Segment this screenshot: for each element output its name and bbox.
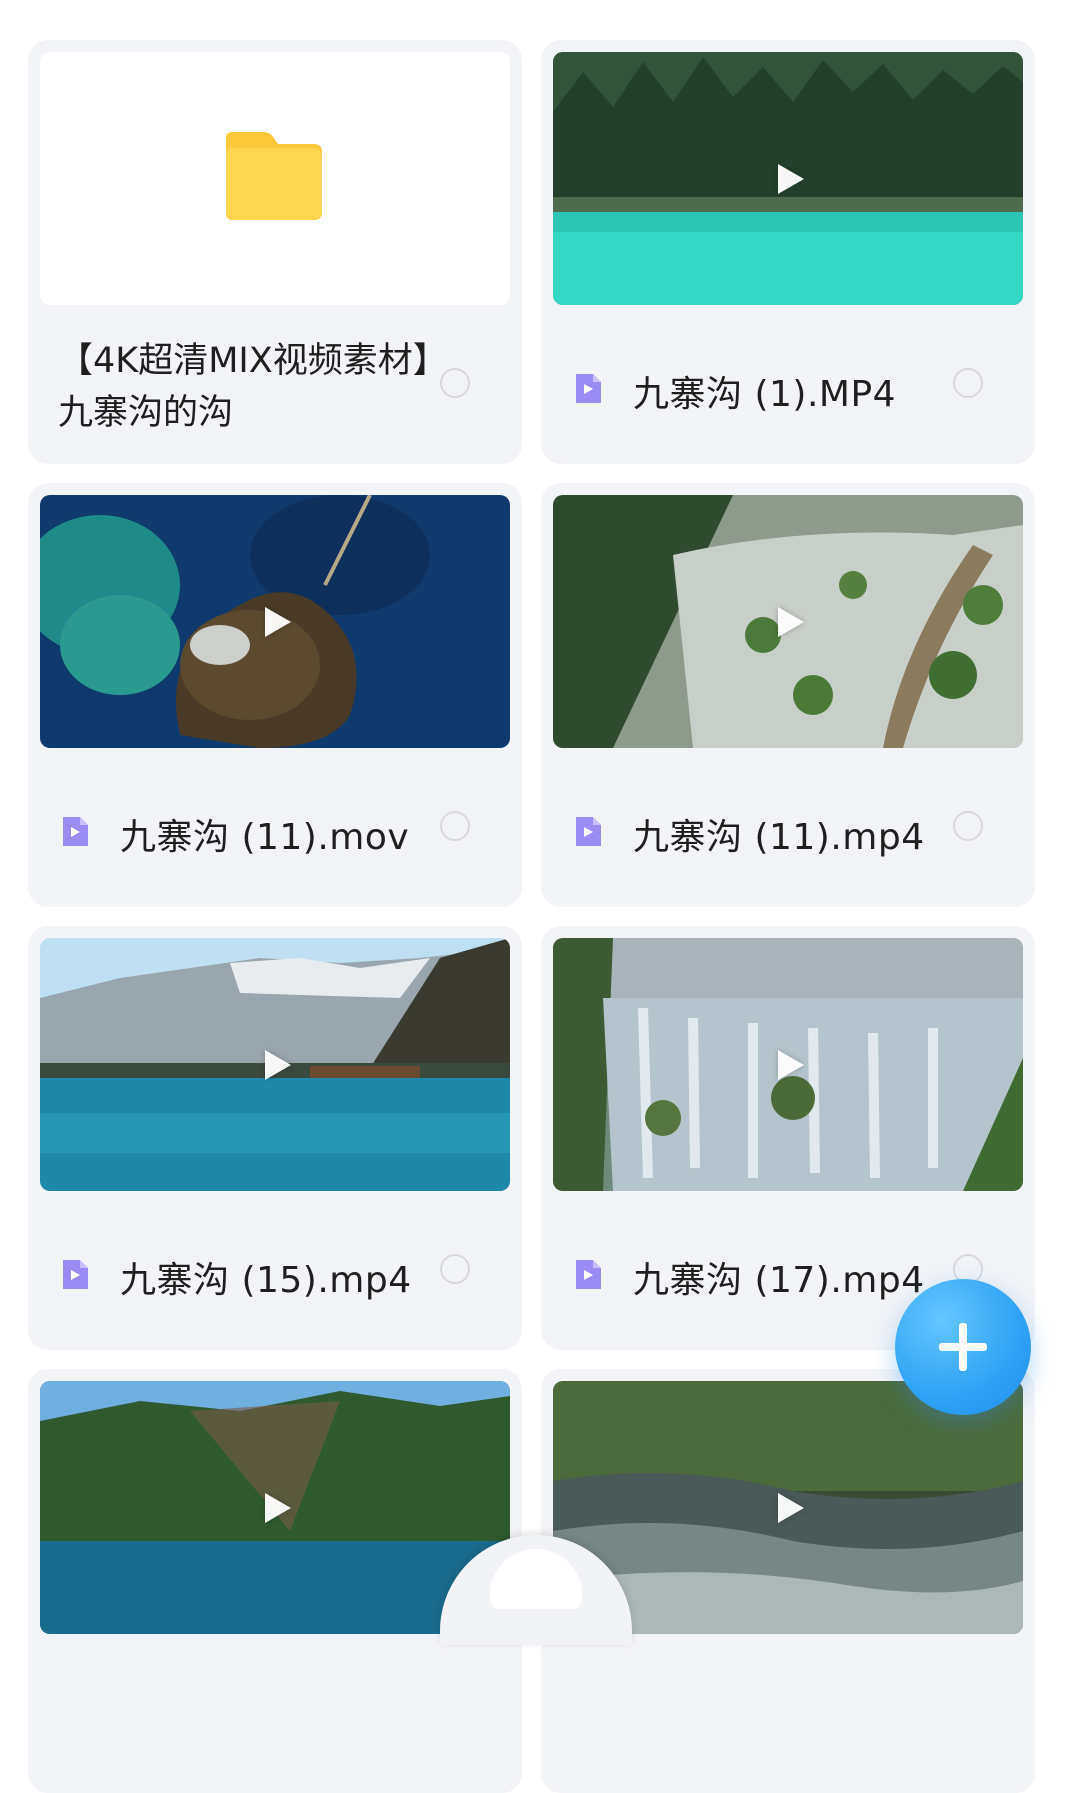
play-icon — [265, 1492, 291, 1523]
file-card-video[interactable]: 九寨沟 (11).mp4 — [541, 483, 1035, 907]
file-label-row: 【4K超清MIX视频素材】九寨沟的沟 — [28, 305, 522, 464]
play-icon — [778, 163, 804, 194]
video-thumbnail[interactable] — [40, 495, 510, 748]
add-button[interactable] — [895, 1279, 1031, 1415]
video-thumbnail[interactable] — [553, 495, 1023, 748]
select-radio[interactable] — [440, 1254, 470, 1284]
video-file-icon — [576, 817, 601, 846]
video-thumbnail[interactable] — [553, 52, 1023, 305]
file-card-video[interactable] — [28, 1369, 522, 1793]
select-radio[interactable] — [953, 811, 983, 841]
plus-icon-vertical — [959, 1323, 967, 1371]
play-icon — [265, 606, 291, 637]
file-card-folder[interactable]: 【4K超清MIX视频素材】九寨沟的沟 — [28, 40, 522, 464]
select-radio[interactable] — [440, 368, 470, 398]
play-icon — [778, 1492, 804, 1523]
file-label-row: 九寨沟 (1).MP4 — [541, 305, 1035, 464]
file-card-video[interactable]: 九寨沟 (11).mov — [28, 483, 522, 907]
file-name: 【4K超清MIX视频素材】九寨沟的沟 — [58, 341, 431, 433]
select-radio[interactable] — [953, 368, 983, 398]
file-name: 九寨沟 (11).mp4 — [633, 817, 925, 858]
select-radio[interactable] — [440, 811, 470, 841]
video-file-icon — [576, 1260, 601, 1289]
video-thumbnail[interactable] — [553, 938, 1023, 1191]
file-name: 九寨沟 (11).mov — [120, 817, 410, 858]
file-label-row: 九寨沟 (15).mp4 — [28, 1191, 522, 1350]
folder-thumbnail[interactable] — [40, 52, 510, 305]
file-label-row: 九寨沟 (11).mp4 — [541, 748, 1035, 907]
play-icon — [778, 606, 804, 637]
file-name: 九寨沟 (1).MP4 — [633, 374, 897, 415]
file-name: 九寨沟 (15).mp4 — [120, 1260, 412, 1301]
folder-icon — [226, 132, 322, 220]
file-card-video[interactable]: 九寨沟 (15).mp4 — [28, 926, 522, 1350]
video-thumbnail[interactable] — [40, 1381, 510, 1634]
assistant-icon — [490, 1549, 582, 1609]
file-name: 九寨沟 (17).mp4 — [633, 1260, 925, 1301]
video-file-icon — [63, 1260, 88, 1289]
video-thumbnail[interactable] — [40, 938, 510, 1191]
file-label-row: 九寨沟 (11).mov — [28, 748, 522, 907]
play-icon — [265, 1049, 291, 1080]
play-icon — [778, 1049, 804, 1080]
file-card-video[interactable]: 九寨沟 (1).MP4 — [541, 40, 1035, 464]
video-file-icon — [63, 817, 88, 846]
video-file-icon — [576, 374, 601, 403]
